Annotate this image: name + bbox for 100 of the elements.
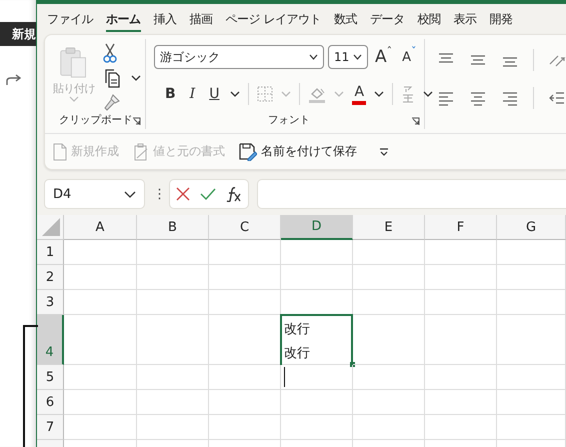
grid-cell[interactable] (209, 365, 281, 390)
new-button[interactable]: 新規 (12, 26, 36, 42)
grid-cell[interactable] (64, 240, 137, 265)
row-header[interactable]: 7 (37, 415, 64, 440)
row-header[interactable]: 5 (37, 365, 64, 390)
grid-cell[interactable] (425, 315, 497, 365)
cancel-icon[interactable] (176, 187, 190, 201)
chevron-icon[interactable] (230, 91, 240, 97)
grid-cell[interactable] (64, 315, 137, 365)
grid-cell[interactable] (64, 265, 137, 290)
redo-icon[interactable] (6, 74, 22, 86)
row-header[interactable]: 2 (37, 265, 64, 290)
grid-cell[interactable] (425, 265, 497, 290)
grid-cell[interactable] (281, 265, 353, 290)
row-header[interactable]: 4 (37, 315, 64, 365)
grid-cell[interactable] (353, 290, 425, 315)
grid-cell[interactable] (137, 365, 209, 390)
font-name-dropdown[interactable]: 游ゴシック (154, 45, 324, 69)
check-icon[interactable] (200, 188, 216, 200)
column-header[interactable]: D (281, 215, 353, 240)
bold-button[interactable]: B (162, 82, 179, 106)
column-header[interactable]: E (353, 215, 425, 240)
format-painter-icon[interactable] (103, 93, 121, 111)
column-header[interactable]: F (425, 215, 497, 240)
grid-cell[interactable] (64, 290, 137, 315)
grid-cell[interactable] (137, 265, 209, 290)
grid-cell[interactable] (353, 415, 425, 440)
grid-cell[interactable] (137, 290, 209, 315)
grid-cell[interactable]: 改行 改行 (281, 315, 353, 365)
quick-access-button[interactable]: 名前を付けて保存 (239, 142, 357, 160)
phonetic-guide-icon[interactable] (401, 85, 416, 103)
grid-cell[interactable] (137, 415, 209, 440)
grid-cell[interactable] (137, 390, 209, 415)
grid-cell[interactable] (497, 240, 566, 265)
grid-cell[interactable] (137, 240, 209, 265)
grid-cell[interactable] (353, 265, 425, 290)
row-header[interactable]: 1 (37, 240, 64, 265)
grid-cell[interactable] (353, 390, 425, 415)
grid-cell[interactable] (209, 390, 281, 415)
ribbon-tab[interactable]: 数式 (334, 8, 357, 32)
ribbon-tab[interactable]: 表示 (453, 8, 476, 32)
more-options[interactable]: ⋮ (153, 186, 161, 202)
ribbon-tab[interactable]: データ (370, 8, 404, 32)
ribbon-tab[interactable]: 描画 (190, 8, 212, 32)
row-header[interactable]: 3 (37, 290, 64, 315)
fill-handle[interactable] (350, 362, 355, 367)
grid-cell[interactable] (281, 390, 353, 415)
name-box[interactable]: D4 (44, 179, 145, 209)
font-size-dropdown[interactable]: 11 (328, 45, 368, 69)
scissors-icon[interactable] (103, 43, 117, 63)
grid-cell[interactable] (425, 290, 497, 315)
grid-cell[interactable] (497, 365, 566, 390)
grid-cell[interactable] (281, 365, 353, 390)
grid-cell[interactable] (497, 265, 566, 290)
column-header[interactable]: G (497, 215, 566, 240)
underline-button[interactable]: U (206, 82, 222, 106)
indent-icon[interactable] (548, 90, 566, 106)
grid-cell[interactable] (497, 315, 566, 365)
grid-cell[interactable] (209, 415, 281, 440)
ribbon-tab[interactable]: ホーム (106, 8, 140, 32)
ribbon-tab[interactable]: 開発 (489, 8, 512, 32)
grid-cell[interactable] (497, 415, 566, 440)
grid-cell[interactable] (425, 390, 497, 415)
chevron-icon[interactable] (131, 75, 141, 81)
grid-cell[interactable] (281, 415, 353, 440)
horizontal-align-icon[interactable] (437, 90, 455, 106)
dialog-launcher-icon[interactable] (411, 117, 420, 126)
ribbon-tab[interactable]: 校閲 (417, 8, 440, 32)
column-header[interactable]: A (64, 215, 137, 240)
grid-cell[interactable] (353, 240, 425, 265)
grid-cell[interactable] (64, 390, 137, 415)
column-header[interactable]: C (209, 215, 281, 240)
insert-function-icon[interactable] (226, 186, 242, 202)
ribbon-tab[interactable]: ページ レイアウト (226, 8, 321, 32)
copy-icon[interactable] (103, 68, 121, 88)
chevron-icon[interactable] (423, 91, 434, 97)
grid-cell[interactable] (64, 365, 137, 390)
grid-cell[interactable] (425, 240, 497, 265)
grid-cell[interactable] (353, 315, 425, 365)
grid-cell[interactable] (209, 240, 281, 265)
horizontal-align-icon[interactable] (469, 90, 487, 106)
grid-cell[interactable] (281, 240, 353, 265)
ribbon-tab[interactable]: ファイル (47, 8, 93, 32)
grid-cell[interactable] (137, 315, 209, 365)
formula-input[interactable] (257, 179, 566, 209)
customize-icon[interactable] (379, 148, 389, 156)
grid-cell[interactable] (353, 365, 425, 390)
grid-cell[interactable] (497, 290, 566, 315)
ribbon-tab[interactable]: 挿入 (154, 8, 176, 32)
grid-cell[interactable] (209, 265, 281, 290)
grid-cell[interactable] (64, 415, 137, 440)
chevron-icon[interactable] (374, 91, 384, 97)
grid-cell[interactable] (209, 290, 281, 315)
borders-icon[interactable] (257, 86, 274, 102)
select-all-button[interactable] (37, 215, 64, 240)
grid-cell[interactable] (425, 365, 497, 390)
font-color-button[interactable]: A (352, 83, 366, 105)
column-header[interactable]: B (137, 215, 209, 240)
horizontal-align-icon[interactable] (501, 90, 519, 106)
grid-cell[interactable] (425, 415, 497, 440)
